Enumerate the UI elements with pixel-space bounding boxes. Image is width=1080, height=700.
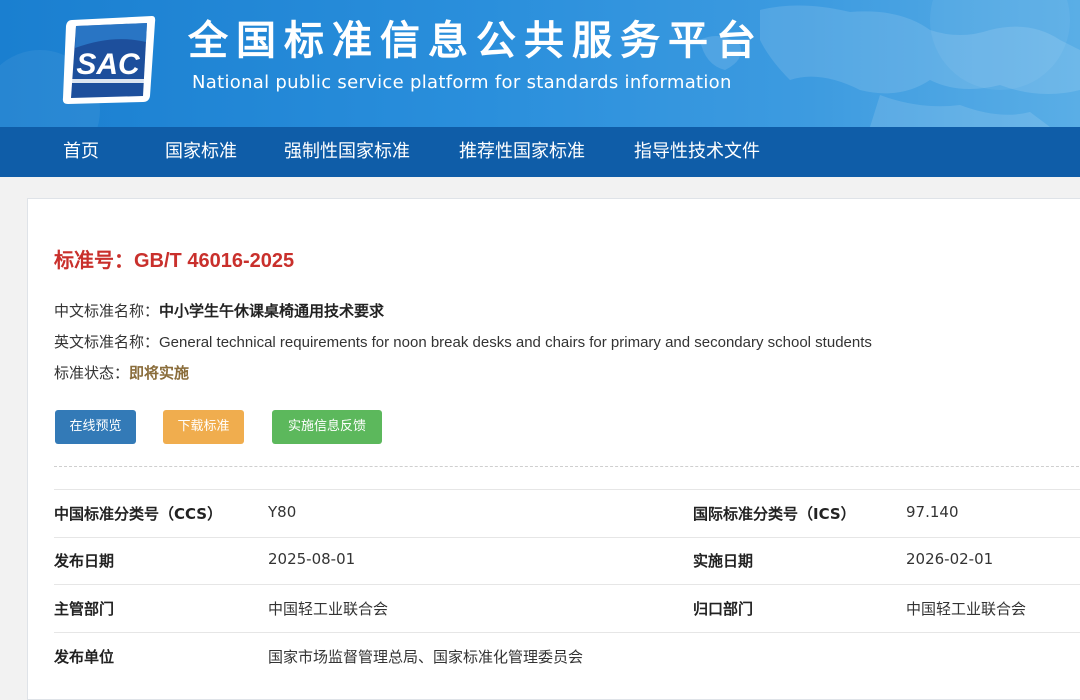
cn-name-label: 中文标准名称： — [54, 302, 160, 320]
cn-name-value: 中小学生午休课桌椅通用技术要求 — [159, 302, 385, 320]
responsible-dept-value: 中国轻工业联合会 — [906, 600, 1027, 618]
standard-number: GB/T 46016-2025 — [134, 250, 295, 272]
ics-label: 国际标准分类号（ICS） — [693, 505, 856, 523]
main-nav: 首页 国家标准 强制性国家标准 推荐性国家标准 指导性技术文件 — [0, 127, 1080, 177]
table-line — [54, 489, 1080, 490]
nav-item-national-standards[interactable]: 国家标准 — [165, 127, 237, 177]
ics-value: 97.140 — [906, 503, 959, 521]
table-line — [54, 632, 1080, 633]
status-row: 标准状态：即将实施 — [54, 362, 189, 383]
issuing-unit-value: 国家市场监督管理总局、国家标准化管理委员会 — [268, 648, 584, 666]
site-subtitle: National public service platform for sta… — [192, 72, 732, 93]
competent-dept-label: 主管部门 — [54, 600, 115, 618]
en-name-row: 英文标准名称：General technical requirements fo… — [54, 331, 872, 352]
status-value: 即将实施 — [129, 364, 190, 382]
nav-item-guidance-documents[interactable]: 指导性技术文件 — [634, 127, 760, 177]
table-line — [54, 584, 1080, 585]
table-line — [54, 537, 1080, 538]
ccs-value: Y80 — [268, 503, 297, 521]
standard-number-title: 标准号：GB/T 46016-2025 — [54, 244, 294, 273]
nav-item-home[interactable]: 首页 — [63, 127, 99, 177]
site-header: SAC 全国标准信息公共服务平台 National public service… — [0, 0, 1080, 127]
standard-number-label: 标准号： — [54, 250, 134, 272]
publish-date-label: 发布日期 — [54, 552, 115, 570]
implementation-feedback-button[interactable]: 实施信息反馈 — [272, 410, 382, 444]
responsible-dept-label: 归口部门 — [693, 600, 754, 618]
en-name-value: General technical requirements for noon … — [159, 334, 872, 351]
nav-item-recommended-standards[interactable]: 推荐性国家标准 — [459, 127, 585, 177]
en-name-label: 英文标准名称： — [54, 333, 160, 351]
issuing-unit-label: 发布单位 — [54, 648, 115, 666]
cn-name-row: 中文标准名称：中小学生午休课桌椅通用技术要求 — [54, 300, 384, 321]
svg-text:SAC: SAC — [76, 48, 141, 81]
standard-detail-card — [27, 198, 1080, 700]
site-title: 全国标准信息公共服务平台 — [188, 18, 764, 64]
online-preview-button[interactable]: 在线预览 — [55, 410, 136, 444]
sac-logo: SAC — [58, 12, 158, 108]
status-label: 标准状态： — [54, 364, 130, 382]
section-divider — [54, 466, 1080, 467]
implement-date-value: 2026-02-01 — [906, 550, 994, 568]
ccs-label: 中国标准分类号（CCS） — [54, 505, 223, 523]
nav-item-mandatory-standards[interactable]: 强制性国家标准 — [284, 127, 410, 177]
publish-date-value: 2025-08-01 — [268, 550, 356, 568]
implement-date-label: 实施日期 — [693, 552, 754, 570]
download-standard-button[interactable]: 下载标准 — [163, 410, 244, 444]
competent-dept-value: 中国轻工业联合会 — [268, 600, 389, 618]
